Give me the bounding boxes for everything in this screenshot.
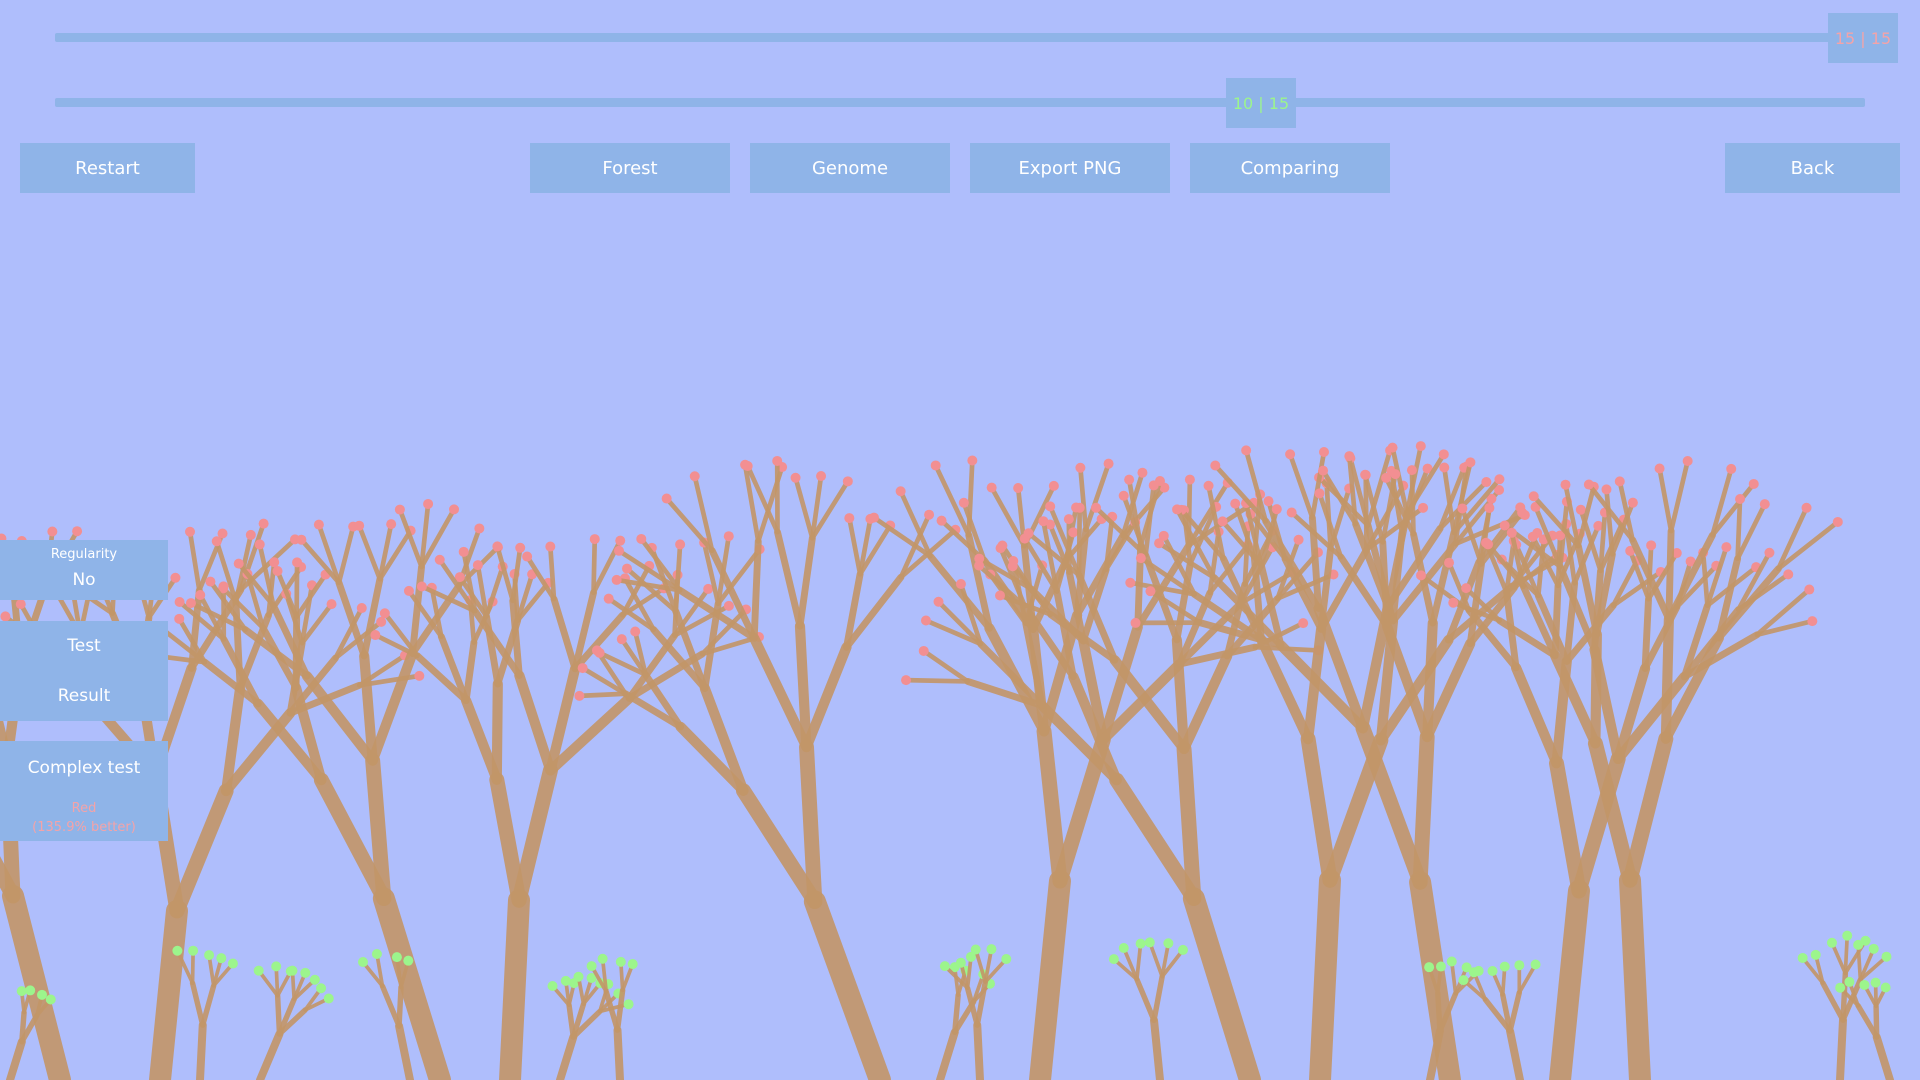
back-button[interactable]: Back — [1725, 143, 1900, 193]
export-png-button[interactable]: Export PNG — [970, 143, 1170, 193]
result-label: Result — [57, 686, 111, 706]
test-panel: Test Result — [0, 621, 168, 721]
tree-green-3 — [357, 948, 414, 1080]
complex-test-button[interactable]: Complex test — [0, 758, 168, 778]
comparison-slider-track[interactable] — [55, 98, 1865, 107]
population-slider-handle[interactable]: 15 | 15 — [1828, 13, 1898, 63]
tree-green-2 — [253, 961, 334, 1080]
forest-scene — [0, 441, 1894, 1080]
tree-red-4 — [574, 455, 961, 1080]
comparison-slider-handle[interactable]: 10 | 15 — [1226, 78, 1296, 128]
restart-button[interactable]: Restart — [20, 143, 195, 193]
regularity-value: No — [72, 570, 96, 590]
tree-green-8 — [1108, 937, 1188, 1080]
test-button[interactable]: Test — [0, 636, 168, 656]
forest-button[interactable]: Forest — [530, 143, 730, 193]
regularity-label: Regularity — [50, 547, 118, 562]
complex-result-margin: (135.9% better) — [32, 820, 136, 835]
regularity-panel[interactable]: Regularity No — [0, 540, 168, 600]
population-slider-track[interactable] — [55, 33, 1865, 42]
complex-test-panel: Complex test Red (135.9% better) — [0, 741, 168, 841]
tree-red-10 — [1448, 455, 1843, 1080]
genome-button[interactable]: Genome — [750, 143, 950, 193]
complex-result-winner: Red — [71, 801, 97, 816]
comparing-button[interactable]: Comparing — [1190, 143, 1390, 193]
